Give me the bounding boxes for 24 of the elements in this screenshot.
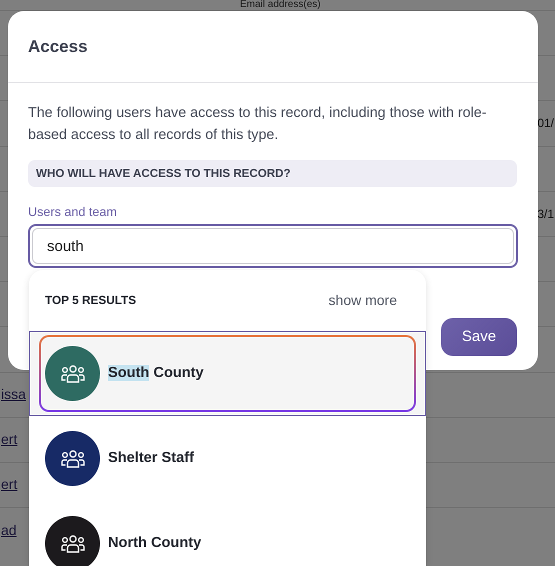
search-field[interactable]: south — [28, 224, 518, 268]
group-icon — [60, 534, 86, 554]
result-item[interactable]: North County — [29, 501, 426, 566]
result-item[interactable]: Shelter Staff — [29, 416, 426, 501]
result-name: South County — [108, 364, 204, 383]
name-link[interactable]: ert — [1, 429, 18, 450]
result-name: Shelter Staff — [108, 448, 194, 468]
group-icon — [60, 364, 86, 384]
section-heading: WHO WILL HAVE ACCESS TO THIS RECORD? — [28, 160, 517, 188]
name-link[interactable]: ert — [1, 474, 18, 496]
name-link[interactable]: issa — [1, 384, 26, 406]
result-item[interactable]: South County — [29, 331, 426, 416]
column-header: Email address(es) — [240, 0, 321, 10]
date-cell-text: 01/ — [537, 115, 554, 132]
description-text: The following users have access to this record, including those with role-based access to all records of this type. — [27, 104, 488, 144]
field-label: Users and team — [28, 204, 118, 222]
results-heading: TOP 5 RESULTS — [45, 292, 136, 309]
group-icon — [60, 448, 86, 468]
name-link[interactable]: ad — [1, 520, 17, 541]
date-cell-text: 3/1 — [537, 206, 554, 223]
show-more-link[interactable]: show more — [328, 290, 397, 311]
result-name: North County — [108, 534, 202, 553]
save-button[interactable]: Save — [441, 318, 517, 356]
dialog-title: Access — [27, 36, 89, 58]
